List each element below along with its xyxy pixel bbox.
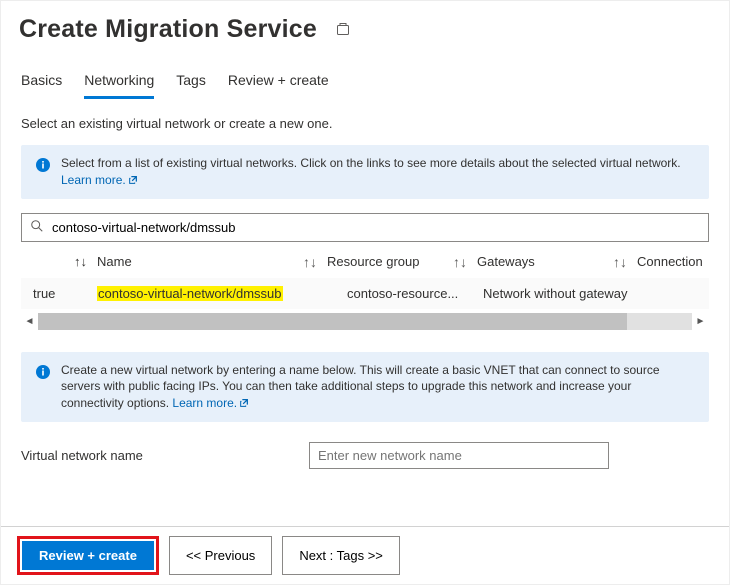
scroll-right-icon[interactable]: ► bbox=[692, 313, 709, 330]
vnet-name-input[interactable] bbox=[309, 442, 609, 469]
sort-icon[interactable]: ↑↓ bbox=[132, 254, 327, 270]
intro-text: Select an existing virtual network or cr… bbox=[21, 116, 709, 131]
header-name[interactable]: Name bbox=[97, 254, 132, 269]
header-resource-group[interactable]: Resource group bbox=[327, 254, 420, 269]
sort-icon[interactable]: ↑↓ bbox=[420, 254, 478, 270]
cell-resource-group: contoso-resource... bbox=[327, 286, 477, 301]
wizard-footer: Review + create << Previous Next : Tags … bbox=[1, 526, 729, 584]
header-gateways[interactable]: Gateways bbox=[477, 254, 535, 269]
previous-button[interactable]: << Previous bbox=[169, 536, 272, 575]
learn-more-label-1: Learn more. bbox=[61, 173, 126, 187]
vnet-table: ↑↓ Name ↑↓ Resource group ↑↓ Gateways ↑↓… bbox=[21, 246, 709, 330]
highlight-annotation: Review + create bbox=[17, 536, 159, 575]
sort-icon[interactable]: ↑↓ bbox=[74, 254, 87, 269]
learn-more-link-2[interactable]: Learn more. bbox=[172, 396, 249, 410]
table-row[interactable]: true contoso-virtual-network/dmssub cont… bbox=[21, 278, 709, 309]
vnet-name-label: Virtual network name bbox=[21, 448, 299, 463]
tab-networking[interactable]: Networking bbox=[84, 72, 154, 99]
vnet-search-box[interactable] bbox=[21, 213, 709, 242]
info-existing-vnet: Select from a list of existing virtual n… bbox=[21, 145, 709, 199]
page-title: Create Migration Service bbox=[19, 15, 317, 44]
info-icon bbox=[35, 364, 51, 383]
tab-basics[interactable]: Basics bbox=[21, 72, 62, 99]
info-icon bbox=[35, 157, 51, 176]
next-button[interactable]: Next : Tags >> bbox=[282, 536, 400, 575]
external-link-icon bbox=[128, 175, 138, 185]
scroll-left-icon[interactable]: ◄ bbox=[21, 313, 38, 330]
tab-bar: Basics Networking Tags Review + create bbox=[1, 44, 729, 100]
table-header: ↑↓ Name ↑↓ Resource group ↑↓ Gateways ↑↓… bbox=[21, 246, 709, 278]
learn-more-link-1[interactable]: Learn more. bbox=[61, 173, 138, 187]
vnet-search-input[interactable] bbox=[50, 219, 700, 236]
cell-selected: true bbox=[27, 286, 97, 301]
info-text-2: Create a new virtual network by entering… bbox=[61, 363, 660, 411]
review-create-button[interactable]: Review + create bbox=[22, 541, 154, 570]
info-create-vnet: Create a new virtual network by entering… bbox=[21, 352, 709, 422]
learn-more-label-2: Learn more. bbox=[172, 396, 237, 410]
horizontal-scrollbar[interactable]: ◄ ► bbox=[21, 313, 709, 330]
search-icon bbox=[30, 219, 44, 236]
tab-tags[interactable]: Tags bbox=[176, 72, 206, 99]
external-link-icon bbox=[239, 398, 249, 408]
info-text-1: Select from a list of existing virtual n… bbox=[61, 156, 681, 170]
tab-review[interactable]: Review + create bbox=[228, 72, 329, 99]
sort-icon[interactable]: ↑↓ bbox=[535, 254, 637, 270]
cell-gateways: Network without gateway bbox=[477, 286, 637, 301]
header-connections[interactable]: Connections bbox=[637, 254, 703, 269]
feedback-icon[interactable] bbox=[335, 22, 351, 38]
cell-name: contoso-virtual-network/dmssub bbox=[97, 286, 327, 301]
